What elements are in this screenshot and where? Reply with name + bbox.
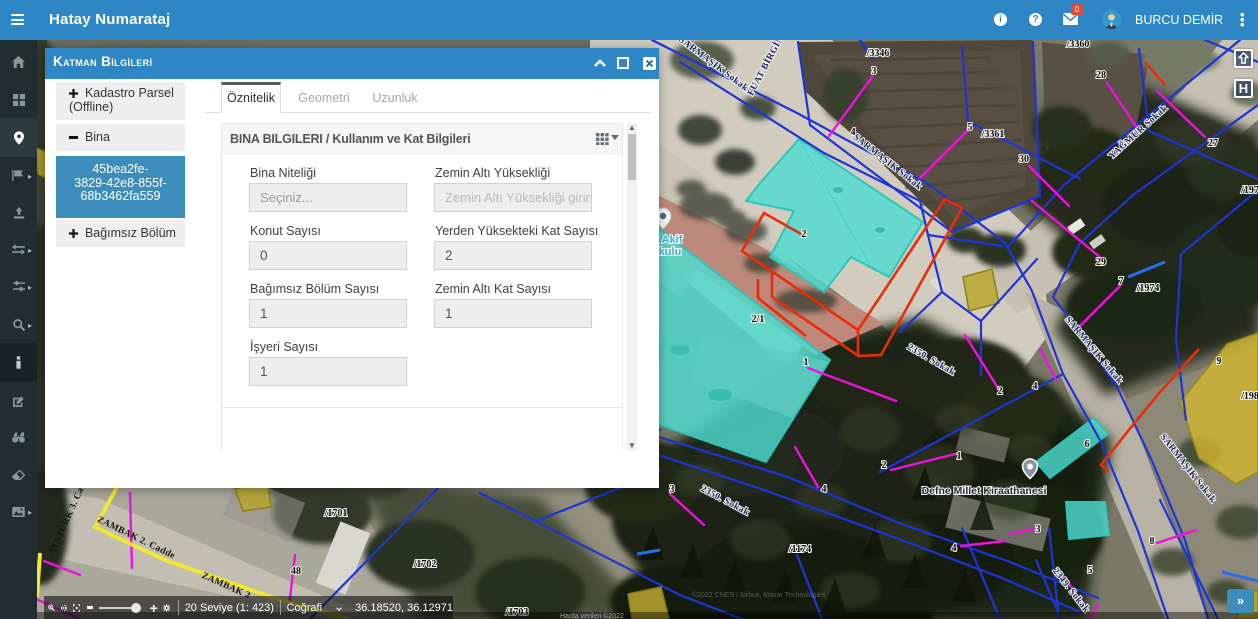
svg-text:3: 3 bbox=[670, 484, 675, 495]
svg-text:/1974: /1974 bbox=[1136, 283, 1160, 294]
svg-text:4: 4 bbox=[952, 543, 957, 554]
svg-text:/1174: /1174 bbox=[788, 544, 811, 555]
svg-text:5: 5 bbox=[968, 122, 973, 133]
svg-text:2: 2 bbox=[882, 460, 887, 471]
svg-text:48: 48 bbox=[291, 566, 301, 577]
svg-text:7: 7 bbox=[1119, 276, 1124, 287]
svg-text:4: 4 bbox=[1033, 381, 1038, 392]
svg-text:30: 30 bbox=[1019, 154, 1029, 165]
svg-text:4: 4 bbox=[822, 484, 827, 495]
svg-text:1: 1 bbox=[804, 357, 809, 368]
svg-text:Harita verileri ©2022: Harita verileri ©2022 bbox=[560, 612, 624, 619]
svg-text:2: 2 bbox=[802, 229, 807, 240]
svg-text:/3346: /3346 bbox=[866, 48, 890, 59]
svg-text:kulu: kulu bbox=[659, 246, 682, 258]
svg-text:29: 29 bbox=[1096, 257, 1106, 268]
svg-text:/1701: /1701 bbox=[324, 508, 348, 519]
svg-text:Akif: Akif bbox=[662, 234, 683, 246]
svg-text:28: 28 bbox=[1096, 70, 1106, 81]
svg-text:/197: /197 bbox=[1240, 185, 1258, 196]
svg-text:1: 1 bbox=[957, 451, 962, 462]
svg-text:9: 9 bbox=[1217, 356, 1222, 367]
svg-text:/3361: /3361 bbox=[981, 129, 1005, 140]
svg-text:/198: /198 bbox=[1240, 391, 1258, 402]
svg-text:5: 5 bbox=[1088, 565, 1093, 576]
svg-text:3: 3 bbox=[1036, 524, 1041, 535]
svg-text:/1702: /1702 bbox=[413, 559, 437, 570]
svg-text:2/1: 2/1 bbox=[752, 314, 765, 325]
svg-text:2: 2 bbox=[998, 386, 1003, 397]
svg-text:6: 6 bbox=[1085, 439, 1090, 450]
svg-text:8: 8 bbox=[1150, 536, 1155, 547]
svg-text:©2022 CNES / Airbus, Maxar Tec: ©2022 CNES / Airbus, Maxar Technologies bbox=[692, 591, 826, 599]
svg-text:3: 3 bbox=[872, 66, 877, 77]
svg-text:/3360: /3360 bbox=[1066, 39, 1090, 50]
svg-text:27: 27 bbox=[1208, 138, 1218, 149]
svg-text:Defne Millet Kıraathanesi: Defne Millet Kıraathanesi bbox=[922, 485, 1047, 497]
